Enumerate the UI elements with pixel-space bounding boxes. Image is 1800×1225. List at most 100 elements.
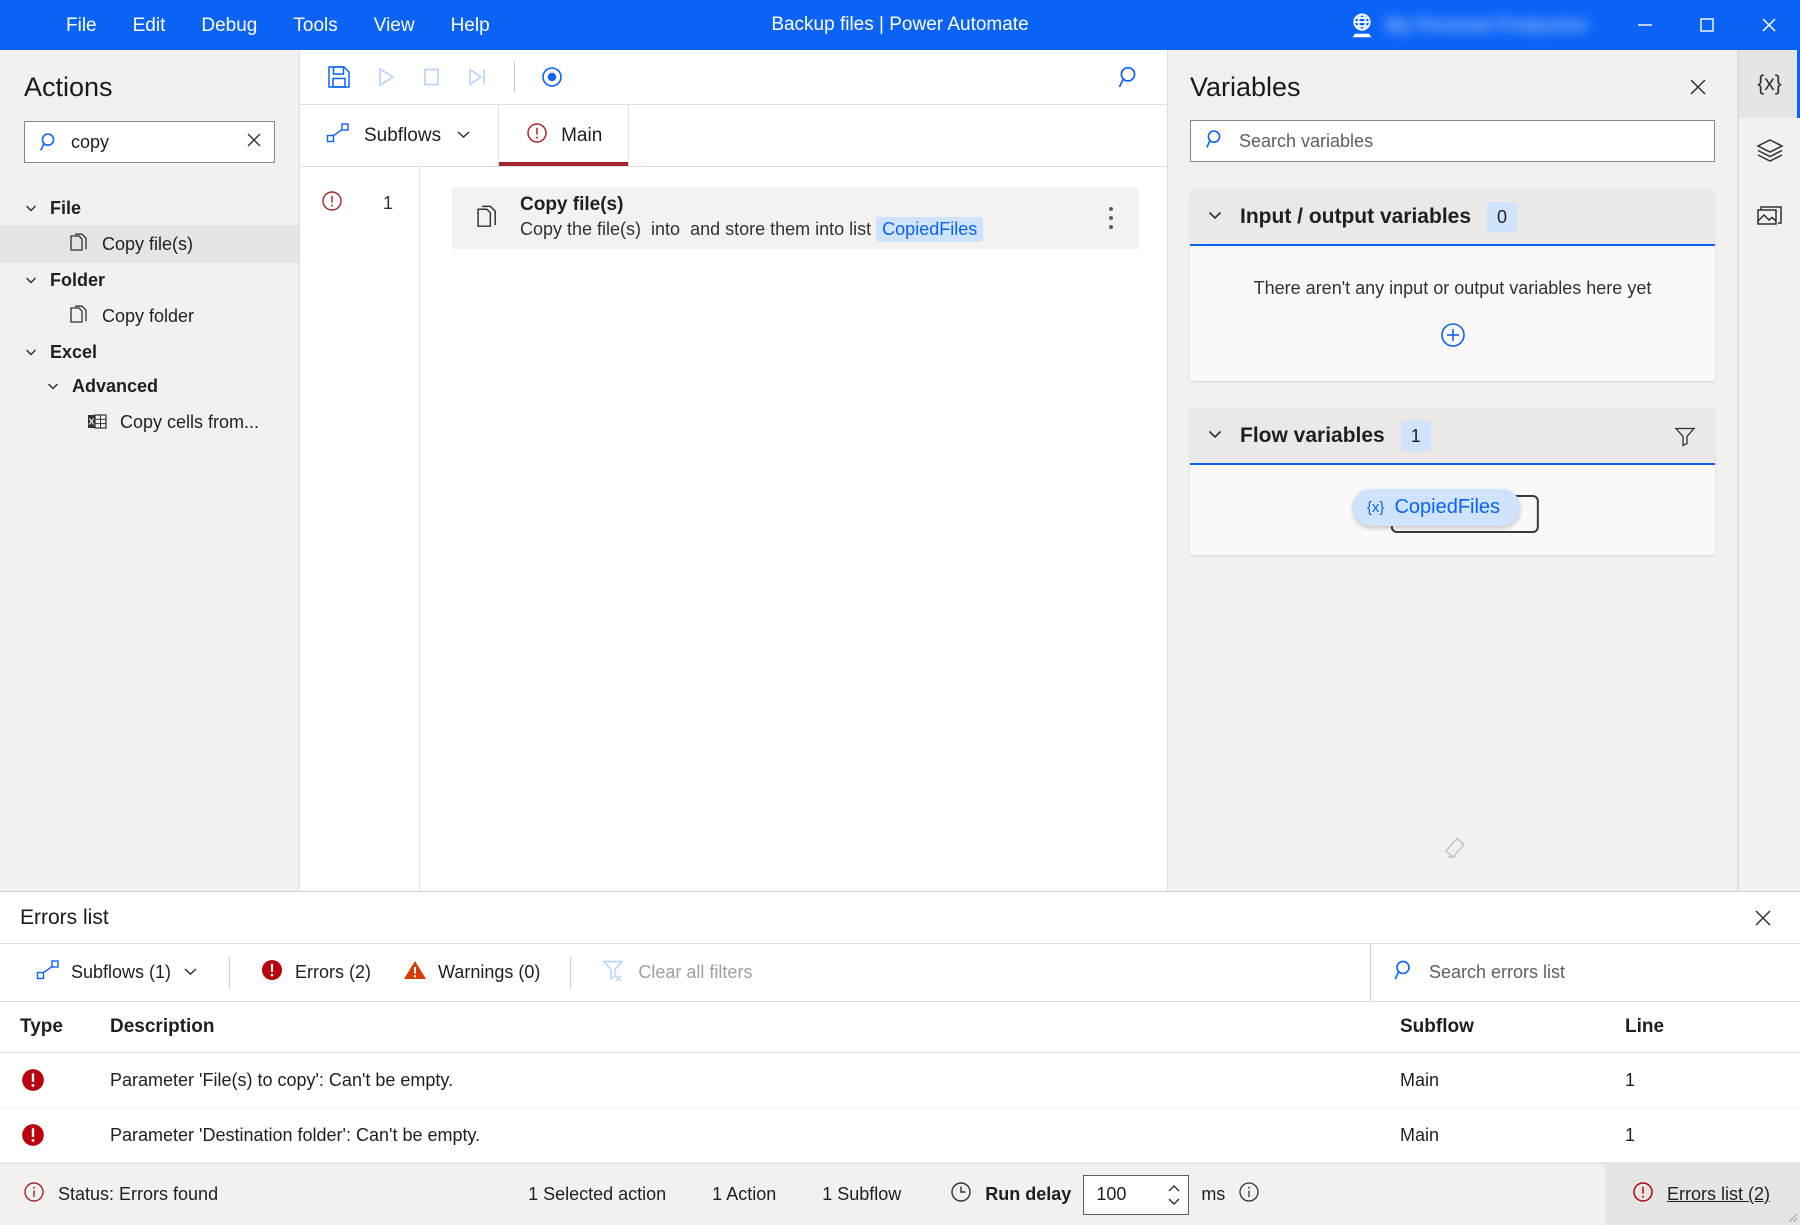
errors-filter-warnings[interactable]: Warnings (0) (387, 950, 556, 995)
resize-grip[interactable] (1784, 1209, 1798, 1223)
image-icon (1756, 205, 1784, 236)
stepper-arrows[interactable] (1166, 1183, 1182, 1207)
eraser-icon[interactable] (1437, 830, 1469, 865)
flow-action-row[interactable]: Copy file(s) Copy the file(s) into and s… (452, 187, 1139, 249)
menu-edit[interactable]: Edit (115, 10, 184, 41)
chevron-down-icon (46, 379, 60, 393)
flow-action-title: Copy file(s) (520, 194, 1079, 216)
close-icon[interactable] (1746, 901, 1780, 935)
chevron-down-icon[interactable] (1206, 207, 1224, 228)
input-output-variables-header[interactable]: Input / output variables 0 (1190, 190, 1715, 246)
errors-filter-warnings-label: Warnings (0) (438, 962, 540, 983)
stop-button[interactable] (408, 56, 454, 98)
status-counts: 1 Selected action 1 Action 1 Subflow (528, 1184, 901, 1205)
errors-row-description: Parameter 'Destination folder': Can't be… (105, 1108, 1400, 1163)
menu-debug[interactable]: Debug (183, 10, 275, 41)
run-button[interactable] (362, 56, 408, 98)
actions-tree: File Copy file(s) Folder (0, 191, 299, 891)
minimize-button[interactable] (1614, 0, 1676, 50)
actions-group-label: Excel (50, 342, 97, 363)
errors-list-toolbar: Subflows (1) Errors (2) (0, 944, 1800, 1002)
right-rail: {x} (1738, 50, 1800, 891)
chevron-down-icon (24, 201, 38, 215)
errors-row-type (0, 1108, 105, 1163)
clear-icon[interactable] (244, 130, 264, 155)
chevron-down-icon[interactable] (182, 962, 199, 983)
errors-filter-errors[interactable]: Errors (2) (244, 950, 387, 995)
action-item-copy-cells[interactable]: X Copy cells from... (0, 403, 299, 441)
table-row[interactable]: Parameter 'File(s) to copy': Can't be em… (0, 1053, 1800, 1108)
toolbar-divider (514, 62, 515, 92)
actions-search-wrap (0, 117, 299, 163)
tab-main[interactable]: Main (499, 105, 629, 166)
flow-action-description: Copy the file(s) into and store them int… (520, 217, 1079, 242)
menu-bar: File Edit Debug Tools View Help (48, 10, 508, 41)
close-icon[interactable] (1681, 70, 1715, 104)
flow-variable-item-row: {x} CopiedFiles (1208, 485, 1697, 529)
filter-icon[interactable] (1673, 425, 1697, 447)
tab-subflows[interactable]: Subflows (300, 105, 499, 166)
rail-item-images[interactable] (1739, 186, 1800, 254)
flow-variables-body: {x} CopiedFiles (1190, 465, 1715, 555)
action-item-copy-folder[interactable]: Copy folder (0, 297, 299, 335)
rail-item-variables[interactable]: {x} (1739, 50, 1800, 118)
maximize-button[interactable] (1676, 0, 1738, 50)
table-row[interactable]: Parameter 'Destination folder': Can't be… (0, 1108, 1800, 1163)
errors-search-input[interactable] (1429, 962, 1776, 983)
actions-panel: Actions (0, 50, 300, 891)
chevron-down-icon[interactable] (1206, 426, 1224, 447)
errors-search-box[interactable] (1370, 944, 1800, 1001)
errors-row-subflow: Main (1400, 1053, 1625, 1108)
actions-search-box[interactable] (24, 121, 275, 163)
clear-all-filters-button[interactable]: Clear all filters (585, 950, 768, 995)
flow-variables-header[interactable]: Flow variables 1 (1190, 409, 1715, 465)
actions-search-input[interactable] (71, 132, 234, 153)
errors-row-type (0, 1053, 105, 1108)
errors-row-line: 1 (1625, 1108, 1800, 1163)
input-output-empty-message: There aren't any input or output variabl… (1254, 278, 1652, 299)
menu-tools[interactable]: Tools (275, 10, 355, 41)
error-circle-icon (320, 189, 344, 218)
eraser-icon-wrap (1168, 830, 1737, 891)
variables-search-input[interactable] (1239, 131, 1700, 152)
flow-variable-chip-copiedfiles[interactable]: {x} CopiedFiles (1353, 489, 1520, 526)
run-delay-stepper[interactable] (1083, 1175, 1189, 1215)
tab-subflows-label: Subflows (364, 125, 441, 147)
menu-file[interactable]: File (48, 10, 115, 41)
subflow-count: 1 Subflow (822, 1184, 901, 1205)
action-item-label: Copy folder (102, 306, 194, 327)
copy-file-icon (474, 204, 502, 232)
menu-view[interactable]: View (356, 10, 433, 41)
menu-help[interactable]: Help (433, 10, 508, 41)
flow-search-button[interactable] (1107, 56, 1153, 98)
info-circle-icon[interactable] (1237, 1180, 1261, 1209)
errors-list-status-button[interactable]: Errors list (2) (1605, 1164, 1800, 1225)
input-output-variables-body: There aren't any input or output variabl… (1190, 246, 1715, 381)
save-button[interactable] (316, 56, 362, 98)
search-icon (1205, 128, 1227, 155)
kebab-menu-icon[interactable] (1097, 201, 1125, 235)
input-output-variables-group: Input / output variables 0 There aren't … (1190, 190, 1715, 381)
recorder-button[interactable] (529, 56, 575, 98)
chevron-down-icon[interactable] (455, 125, 472, 147)
variables-search-box[interactable] (1190, 120, 1715, 162)
environment-indicator[interactable]: My Personal Production (1348, 11, 1588, 39)
actions-group-label: Advanced (72, 376, 158, 397)
flow-variables-label: Flow variables (1240, 424, 1385, 448)
rail-item-ui-elements[interactable] (1739, 118, 1800, 186)
errors-filter-subflows-label: Subflows (1) (71, 962, 171, 983)
actions-group-advanced[interactable]: Advanced (0, 369, 299, 403)
close-button[interactable] (1738, 0, 1800, 50)
flow-actions-list: Copy file(s) Copy the file(s) into and s… (420, 167, 1167, 891)
actions-group-file[interactable]: File (0, 191, 299, 225)
actions-group-folder[interactable]: Folder (0, 263, 299, 297)
run-delay-input[interactable] (1096, 1184, 1166, 1205)
run-next-action-button[interactable] (454, 56, 500, 98)
errors-filter-subflows[interactable]: Subflows (1) (20, 951, 215, 994)
action-item-copy-files[interactable]: Copy file(s) (0, 225, 299, 263)
errors-table: Type Description Subflow Line (0, 1002, 1800, 1163)
flow-action-output-variable[interactable]: CopiedFiles (876, 217, 983, 242)
variables-panel-title: Variables (1190, 72, 1301, 103)
add-circle-icon[interactable] (1437, 319, 1469, 351)
actions-group-excel[interactable]: Excel (0, 335, 299, 369)
